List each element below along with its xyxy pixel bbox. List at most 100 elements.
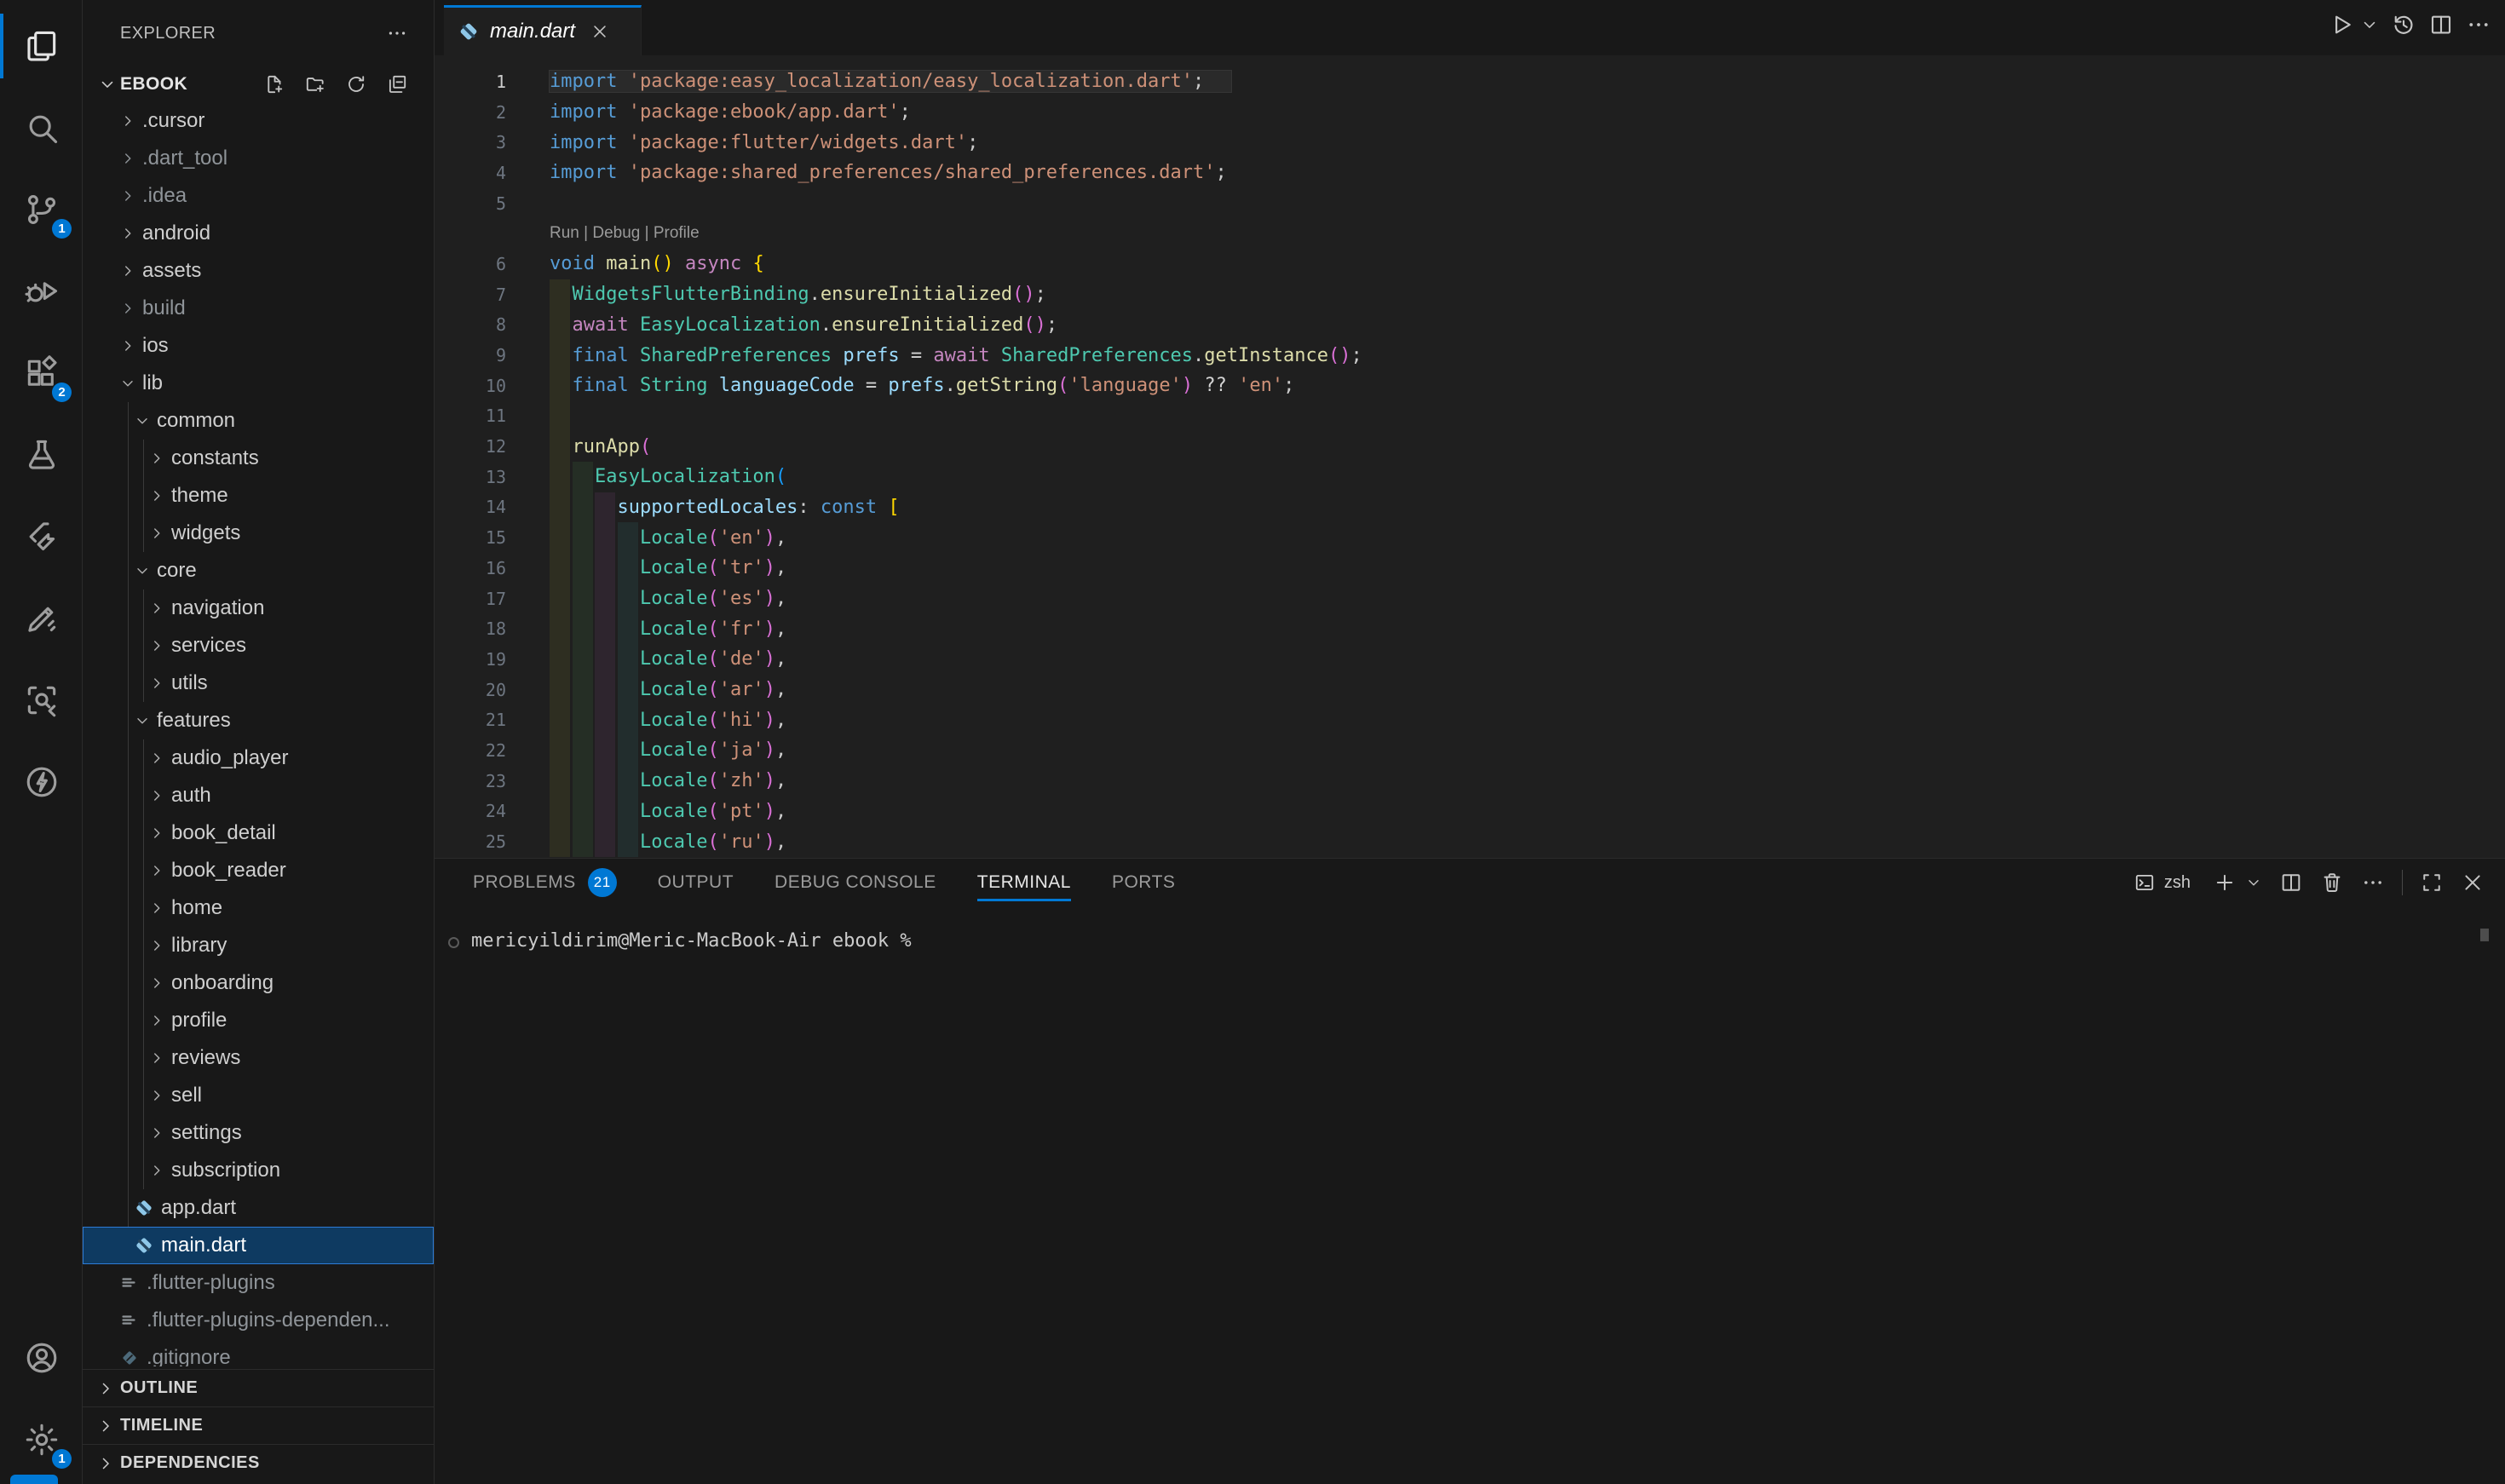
terminal-scrollbar-thumb[interactable] (2480, 929, 2489, 941)
code-line[interactable]: 4import 'package:shared_preferences/shar… (435, 158, 2505, 188)
code-line[interactable]: 9final SharedPreferences prefs = await S… (435, 340, 2505, 371)
tree-folder-onboarding[interactable]: onboarding (83, 964, 434, 1002)
tree-folder-widgets[interactable]: widgets (83, 515, 434, 552)
tree-folder-ios[interactable]: ios (83, 327, 434, 365)
chevron-down-icon[interactable] (2360, 15, 2379, 34)
code-line[interactable]: 2import 'package:ebook/app.dart'; (435, 97, 2505, 128)
refresh-icon[interactable] (345, 73, 367, 95)
tree-folder-theme[interactable]: theme (83, 477, 434, 515)
code-line[interactable]: 10final String languageCode = prefs.getS… (435, 371, 2505, 401)
tree-folder-constants[interactable]: constants (83, 440, 434, 477)
close-tab-icon[interactable] (590, 22, 609, 41)
new-file-icon[interactable] (263, 73, 285, 95)
code-line[interactable]: 14supportedLocales: const [ (435, 492, 2505, 523)
split-editor-icon[interactable] (2279, 871, 2303, 894)
extensions-activity-item[interactable]: 2 (0, 332, 83, 414)
plus-icon[interactable] (2213, 871, 2237, 894)
tree-folder-assets[interactable]: assets (83, 252, 434, 290)
widget-inspector-activity-item[interactable] (0, 659, 83, 741)
code-line[interactable]: 25Locale('ru'), (435, 826, 2505, 857)
code-editor[interactable]: 1import 'package:easy_localization/easy_… (435, 55, 2505, 858)
run-debug-activity-item[interactable] (0, 250, 83, 332)
chevron-down-icon[interactable] (2245, 874, 2262, 891)
tree-folder-common[interactable]: common (83, 402, 434, 440)
tree-file--gitignore[interactable]: .gitignore (83, 1339, 434, 1366)
tree-folder-services[interactable]: services (83, 627, 434, 664)
panel-tab-terminal[interactable]: TERMINAL (977, 859, 1071, 906)
panel-tab-output[interactable]: OUTPUT (658, 859, 734, 906)
sidebar-section-dependencies[interactable]: DEPENDENCIES (83, 1444, 434, 1481)
tree-folder-sell[interactable]: sell (83, 1077, 434, 1114)
code-line[interactable]: 23Locale('zh'), (435, 766, 2505, 797)
code-line[interactable]: 16Locale('tr'), (435, 553, 2505, 584)
code-line[interactable]: 11 (435, 401, 2505, 432)
maximize-icon[interactable] (2420, 871, 2444, 894)
search-activity-item[interactable] (0, 87, 83, 169)
codelens-links[interactable]: Run | Debug | Profile (550, 224, 700, 242)
more-icon[interactable] (2466, 12, 2491, 37)
devtools-lightning-activity-item[interactable] (0, 741, 83, 823)
panel-tab-ports[interactable]: PORTS (1112, 859, 1175, 906)
more-actions-icon[interactable] (386, 22, 408, 44)
more-icon[interactable] (2361, 871, 2385, 894)
code-line[interactable]: 20Locale('ar'), (435, 675, 2505, 705)
terminal[interactable]: mericyildirim@Meric-MacBook-Air ebook % (435, 906, 2505, 952)
tree-folder-lib[interactable]: lib (83, 365, 434, 402)
tree-folder-build[interactable]: build (83, 290, 434, 327)
close-icon[interactable] (2461, 871, 2485, 894)
code-line[interactable]: 12runApp( (435, 431, 2505, 462)
code-line[interactable]: 1import 'package:easy_localization/easy_… (435, 66, 2505, 97)
workspace-root-header[interactable]: EBOOK (83, 66, 434, 102)
tree-file-main-dart[interactable]: main.dart (83, 1227, 434, 1264)
tree-folder-utils[interactable]: utils (83, 664, 434, 702)
tree-folder-library[interactable]: library (83, 927, 434, 964)
tree-folder-settings[interactable]: settings (83, 1114, 434, 1152)
tree-folder-android[interactable]: android (83, 215, 434, 252)
edit-pencil-activity-item[interactable] (0, 578, 83, 659)
code-line[interactable]: 13EasyLocalization( (435, 462, 2505, 492)
split-editor-icon[interactable] (2428, 12, 2454, 37)
tree-folder-book-detail[interactable]: book_detail (83, 814, 434, 852)
shell-selector[interactable]: zsh (2134, 871, 2191, 894)
tree-file--flutter-plugins-dependen-[interactable]: .flutter-plugins-dependen... (83, 1302, 434, 1339)
panel-tab-problems[interactable]: PROBLEMS21 (473, 859, 617, 906)
flutter-activity-item[interactable] (0, 496, 83, 578)
code-line[interactable]: 7WidgetsFlutterBinding.ensureInitialized… (435, 279, 2505, 310)
code-line[interactable]: 15Locale('en'), (435, 522, 2505, 553)
sidebar-section-outline[interactable]: OUTLINE (83, 1369, 434, 1406)
explorer-activity-item[interactable] (0, 5, 83, 87)
code-line[interactable]: 17Locale('es'), (435, 584, 2505, 614)
tree-folder-navigation[interactable]: navigation (83, 590, 434, 627)
code-line[interactable]: 22Locale('ja'), (435, 735, 2505, 766)
collapse-all-icon[interactable] (386, 73, 408, 95)
run-icon[interactable] (2329, 12, 2355, 37)
new-folder-icon[interactable] (304, 73, 326, 95)
sidebar-section-timeline[interactable]: TIMELINE (83, 1406, 434, 1444)
code-line[interactable]: 8await EasyLocalization.ensureInitialize… (435, 310, 2505, 341)
tree-folder-features[interactable]: features (83, 702, 434, 739)
tree-folder-home[interactable]: home (83, 889, 434, 927)
panel-tab-debug-console[interactable]: DEBUG CONSOLE (775, 859, 936, 906)
code-line[interactable]: 18Locale('fr'), (435, 613, 2505, 644)
account-activity-item[interactable] (0, 1317, 83, 1399)
history-icon[interactable] (2391, 12, 2416, 37)
tab-main-dart[interactable]: main.dart (444, 5, 642, 55)
code-line[interactable]: 19Locale('de'), (435, 644, 2505, 675)
code-line[interactable]: 5 (435, 188, 2505, 219)
tree-file-app-dart[interactable]: app.dart (83, 1189, 434, 1227)
code-line[interactable]: 6void main() async { (435, 249, 2505, 279)
code-line[interactable]: 21Locale('hi'), (435, 705, 2505, 735)
code-line[interactable]: 3import 'package:flutter/widgets.dart'; (435, 127, 2505, 158)
settings-gear-activity-item[interactable]: 1 (0, 1399, 83, 1481)
source-control-activity-item[interactable]: 1 (0, 169, 83, 250)
tree-folder-reviews[interactable]: reviews (83, 1039, 434, 1077)
tree-folder-audio-player[interactable]: audio_player (83, 739, 434, 777)
code-line[interactable]: 24Locale('pt'), (435, 797, 2505, 827)
tree-folder-profile[interactable]: profile (83, 1002, 434, 1039)
tree-file--flutter-plugins[interactable]: .flutter-plugins (83, 1264, 434, 1302)
testing-activity-item[interactable] (0, 414, 83, 496)
tree-folder--dart-tool[interactable]: .dart_tool (83, 140, 434, 177)
tree-folder-subscription[interactable]: subscription (83, 1152, 434, 1189)
tree-folder-auth[interactable]: auth (83, 777, 434, 814)
tree-folder--cursor[interactable]: .cursor (83, 102, 434, 140)
